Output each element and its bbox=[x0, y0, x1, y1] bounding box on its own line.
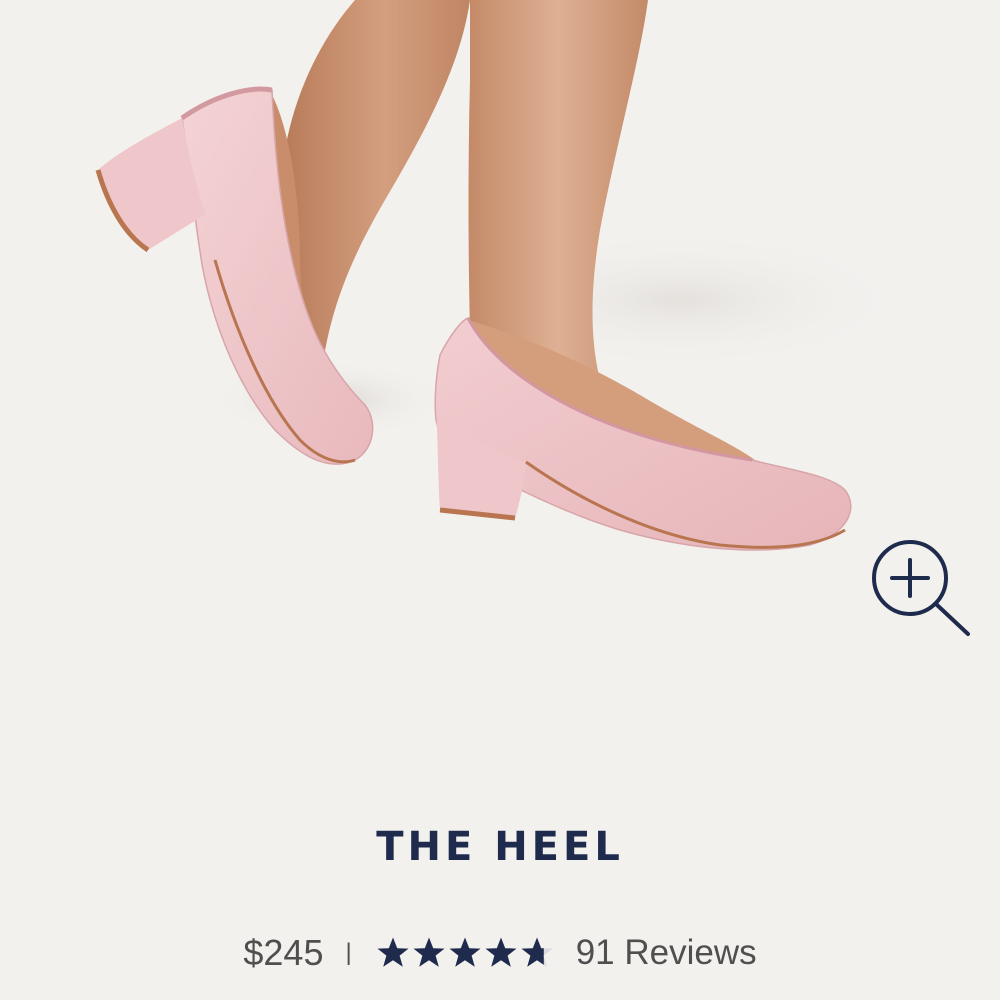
product-meta-row: $245 | 91 Reviews bbox=[0, 918, 1000, 988]
product-page: THE HEEL $245 | 91 Reviews bbox=[0, 0, 1000, 1000]
product-image[interactable] bbox=[0, 0, 1000, 720]
product-price: $245 bbox=[243, 932, 324, 973]
star-icon bbox=[521, 937, 553, 967]
star-icon bbox=[413, 937, 445, 967]
product-photo bbox=[95, 0, 910, 551]
star-icon bbox=[377, 937, 409, 967]
star-icon bbox=[449, 937, 481, 967]
star-icon bbox=[485, 937, 517, 967]
product-title: THE HEEL bbox=[376, 824, 624, 870]
meta-divider: | bbox=[345, 939, 352, 966]
zoom-in-icon bbox=[872, 540, 970, 636]
rating-stars[interactable] bbox=[376, 936, 554, 970]
reviews-link[interactable]: 91 Reviews bbox=[576, 933, 757, 973]
zoom-in-button[interactable] bbox=[868, 536, 976, 644]
